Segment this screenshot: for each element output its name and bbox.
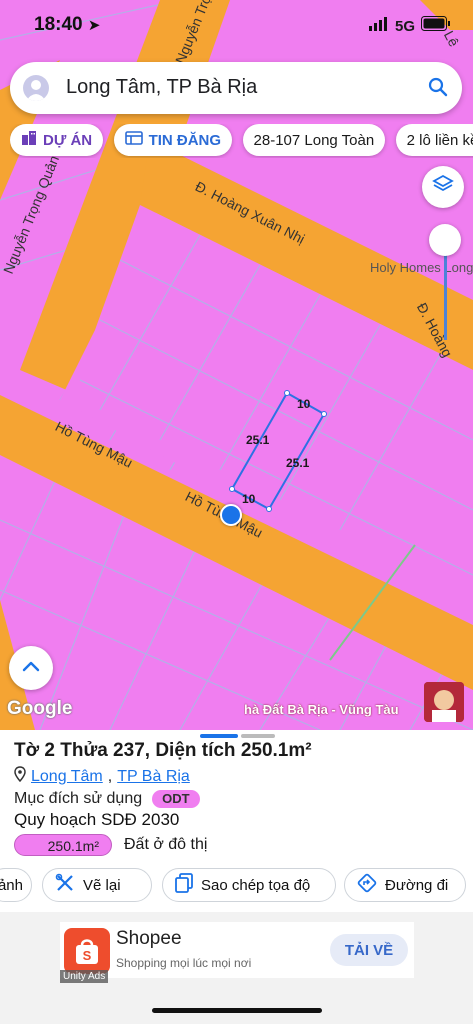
status-bar: 18:40 ➤ 5G — [0, 0, 473, 52]
directions-button[interactable]: Đường đi — [344, 868, 466, 902]
ad-title: Shopee — [116, 928, 182, 949]
google-logo: Google — [7, 698, 73, 719]
location-row: Long Tâm, TP Bà Rịa — [14, 766, 190, 787]
chevron-up-icon — [22, 659, 40, 677]
location-arrow-icon: ➤ — [87, 17, 101, 34]
plan-label: Quy hoạch SDĐ 2030 — [14, 810, 180, 829]
search-icon[interactable] — [428, 77, 448, 102]
ward-link[interactable]: Long Tâm — [31, 768, 103, 786]
ad-card[interactable]: S Shopee Shopping mọi lúc mọi nơi TẢI VỀ… — [60, 922, 414, 983]
dimension-label: 25.1 — [286, 456, 310, 470]
chip-label: 2 lô liền kề — [406, 131, 473, 149]
button-label: Vẽ lại — [83, 876, 121, 894]
separator: , — [107, 767, 113, 785]
area-chip: 250.1m² — [14, 834, 112, 856]
clock-text: 18:40 — [34, 14, 83, 35]
button-label: Sao chép tọa độ — [201, 876, 311, 894]
expand-sheet-button[interactable] — [9, 646, 53, 690]
watermark-logo — [424, 682, 464, 722]
layers-icon — [432, 174, 454, 201]
copy-icon — [175, 873, 193, 897]
watermark-text: hà Đất Bà Rịa - Vũng Tàu — [244, 702, 399, 717]
parcel-title: Tờ 2 Thửa 237, Diện tích 250.1m² — [14, 740, 312, 761]
copy-coordinates-button[interactable]: Sao chép tọa độ — [162, 868, 336, 902]
ad-network-label: Unity Ads — [60, 970, 109, 983]
ad-download-button[interactable]: TẢI VỀ — [330, 934, 408, 966]
avatar[interactable] — [23, 75, 49, 101]
listing-icon — [124, 131, 143, 149]
chip-du-an[interactable]: DỰ ÁN — [10, 124, 104, 156]
building-icon — [21, 130, 37, 150]
purpose-row: Mục đích sử dụng ODT — [14, 790, 200, 808]
map-pin-icon — [14, 766, 26, 787]
city-link[interactable]: TP Bà Rịa — [117, 768, 190, 786]
directions-icon — [357, 873, 377, 897]
dimension-label: 10 — [242, 492, 256, 506]
poi-label[interactable]: Holy Homes Long — [370, 260, 473, 275]
search-bar[interactable]: Long Tâm, TP Bà Rịa — [10, 62, 462, 114]
opacity-slider-knob[interactable] — [429, 224, 461, 256]
status-icons: 5G — [368, 16, 451, 36]
battery-icon — [421, 16, 451, 36]
home-indicator[interactable] — [152, 1008, 322, 1013]
search-input[interactable]: Long Tâm, TP Bà Rịa — [66, 76, 257, 99]
button-label: Đường đi — [385, 876, 449, 894]
ad-tagline: Shopping mọi lúc mọi nơi — [116, 956, 252, 970]
purpose-label: Mục đích sử dụng — [14, 790, 143, 807]
purpose-badge: ODT — [152, 790, 200, 808]
action-buttons: ảnh Vẽ lại Sao chép tọa độ Đường đi — [0, 866, 473, 906]
tools-icon — [55, 873, 75, 897]
image-button[interactable]: ảnh — [0, 868, 32, 902]
layers-button[interactable] — [422, 166, 464, 208]
signal-icon — [368, 16, 389, 36]
chip-label: 28-107 Long Toàn — [253, 131, 375, 149]
redraw-button[interactable]: Vẽ lại — [42, 868, 152, 902]
parcel-info-sheet[interactable]: Tờ 2 Thửa 237, Diện tích 250.1m² Long Tâ… — [0, 730, 473, 912]
dimension-label: 10 — [297, 397, 311, 411]
shopee-logo-icon: S — [64, 928, 110, 974]
chip-search-history[interactable]: 28-107 Long Toàn — [242, 124, 386, 156]
chip-label: TIN ĐĂNG — [148, 131, 222, 149]
area-type: Đất ở đô thị — [124, 836, 208, 853]
area-row: 250.1m² Đất ở đô thị — [14, 834, 207, 856]
current-location-dot — [220, 504, 242, 526]
status-time: 18:40 ➤ — [34, 14, 100, 36]
network-label: 5G — [394, 17, 415, 35]
button-label: ảnh — [0, 876, 23, 894]
dimension-label: 25.1 — [246, 433, 270, 447]
page-indicator-active — [200, 734, 238, 738]
chip-tin-dang[interactable]: TIN ĐĂNG — [113, 124, 233, 156]
filter-chips: DỰ ÁN TIN ĐĂNG 28-107 Long Toàn 2 lô liề… — [10, 124, 473, 158]
page-indicator-inactive — [241, 734, 275, 738]
chip-label: DỰ ÁN — [43, 131, 93, 149]
chip-search-history[interactable]: 2 lô liền kề — [395, 124, 473, 156]
svg-text:S: S — [83, 948, 92, 963]
